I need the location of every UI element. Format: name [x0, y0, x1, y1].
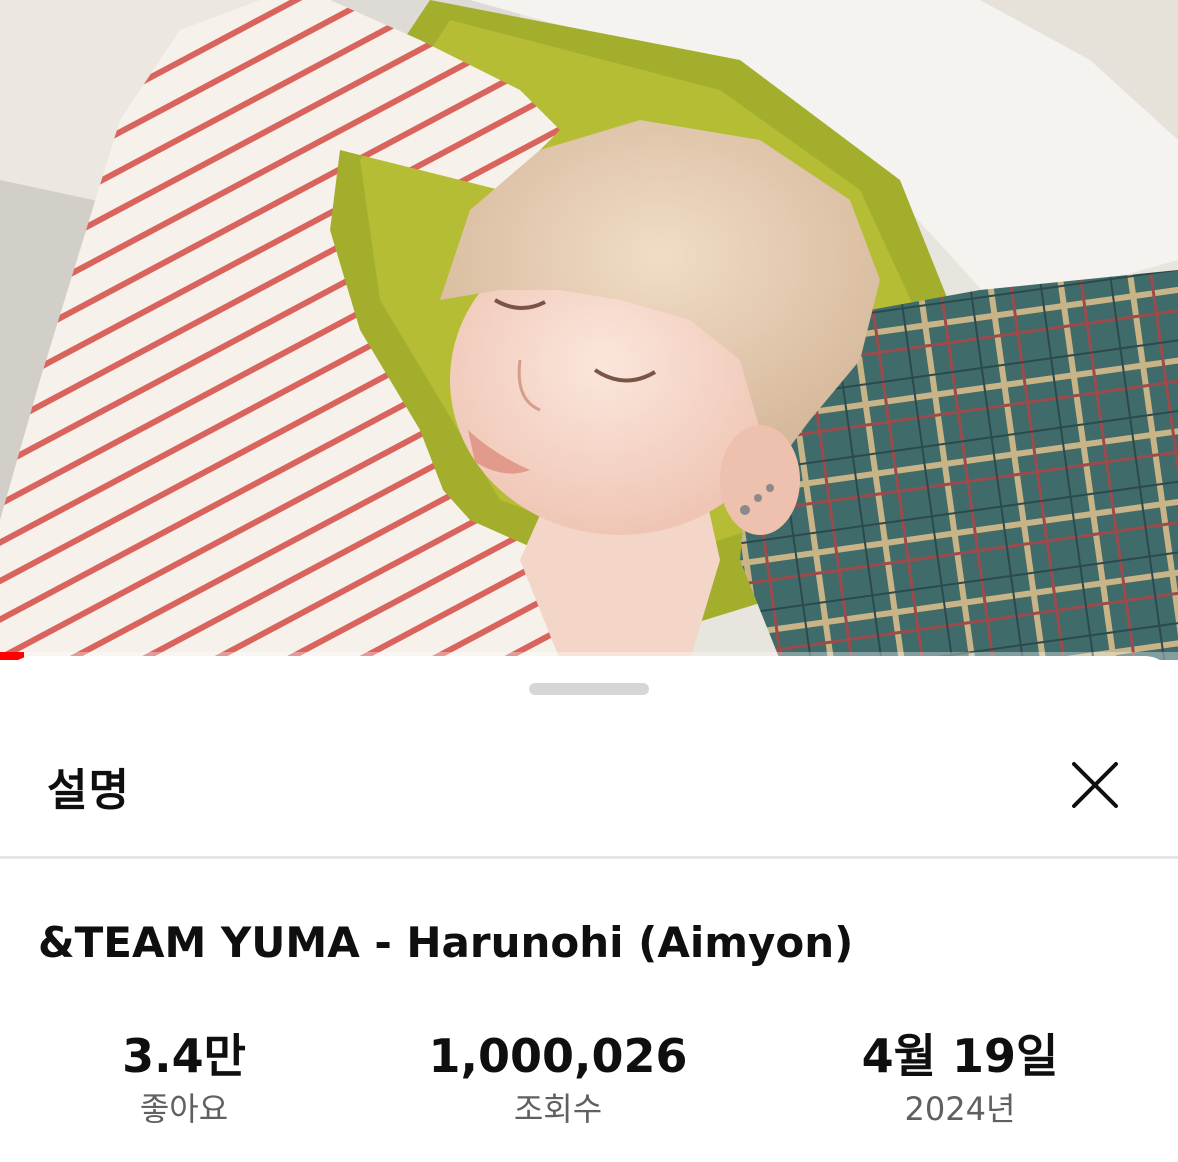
- description-sheet: 설명 &TEAM YUMA - Harunohi (Aimyon) 3.4만 좋…: [0, 656, 1178, 1162]
- views-label: 조회수: [513, 1090, 603, 1128]
- views-count: 1,000,026: [428, 1029, 688, 1083]
- close-icon: [1072, 762, 1118, 808]
- likes-count: 3.4만: [122, 1029, 246, 1083]
- upload-date: 4월 19일: [861, 1029, 1059, 1083]
- stat-views: 1,000,026 조회수: [388, 1028, 728, 1132]
- close-button[interactable]: [1062, 752, 1128, 818]
- stat-likes: 3.4만 좋아요: [14, 1028, 354, 1132]
- video-player[interactable]: [0, 0, 1178, 660]
- upload-year: 2024년: [904, 1090, 1016, 1128]
- screen: 설명 &TEAM YUMA - Harunohi (Aimyon) 3.4만 좋…: [0, 0, 1178, 1162]
- sheet-title: 설명: [47, 765, 130, 816]
- stat-date: 4월 19일 2024년: [790, 1028, 1130, 1132]
- header-divider: [0, 856, 1178, 859]
- sheet-drag-handle[interactable]: [529, 683, 649, 695]
- video-title: &TEAM YUMA - Harunohi (Aimyon): [38, 918, 854, 967]
- video-thumbnail: [0, 0, 1178, 660]
- likes-label: 좋아요: [139, 1090, 229, 1128]
